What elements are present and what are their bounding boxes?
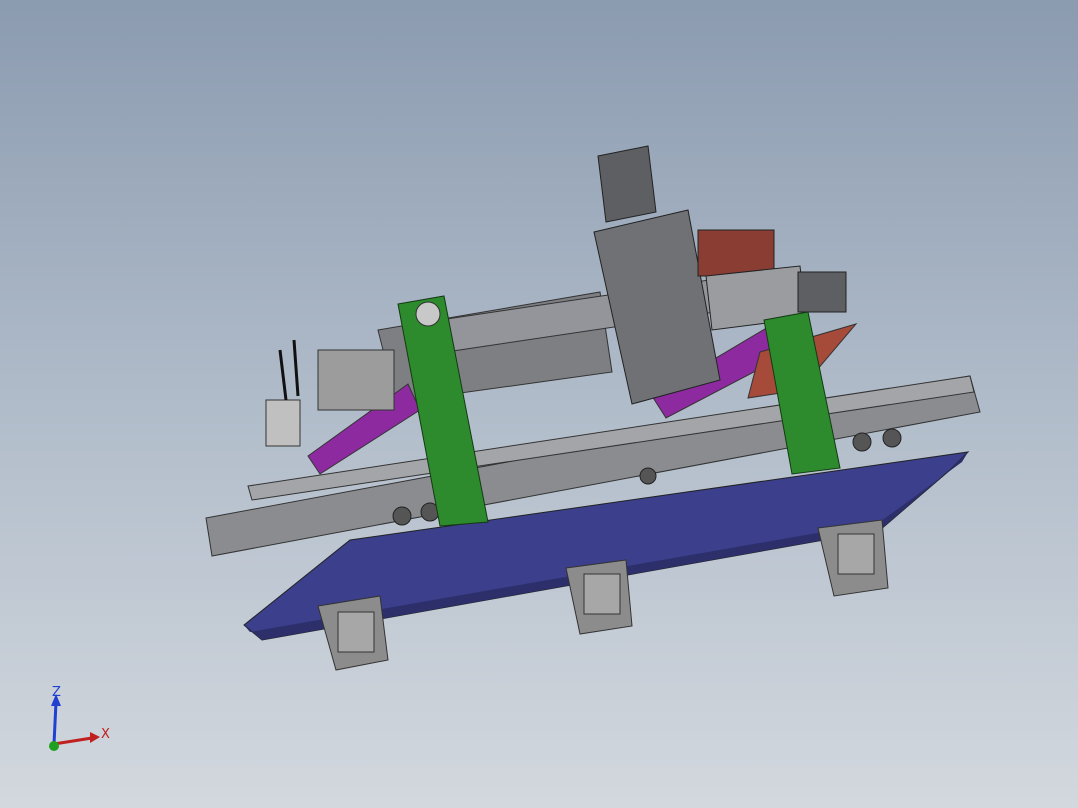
stepper-motor-left[interactable] [317, 595, 389, 671]
x-arrow-head [90, 732, 100, 743]
z-axis-arrow [52, 701, 58, 745]
stepper-motor-right[interactable] [817, 519, 889, 597]
x-axis-label: X [101, 727, 110, 742]
z-axis-label: Z [52, 685, 61, 700]
y-axis-dot [49, 741, 59, 751]
view-triad[interactable]: Z X [40, 684, 120, 764]
stepper-motor-center[interactable] [565, 559, 633, 635]
bearing-left [415, 301, 441, 327]
x-axis-arrow [53, 736, 93, 746]
cad-model[interactable] [0, 0, 1078, 808]
3d-viewport[interactable]: Z X [0, 0, 1078, 808]
